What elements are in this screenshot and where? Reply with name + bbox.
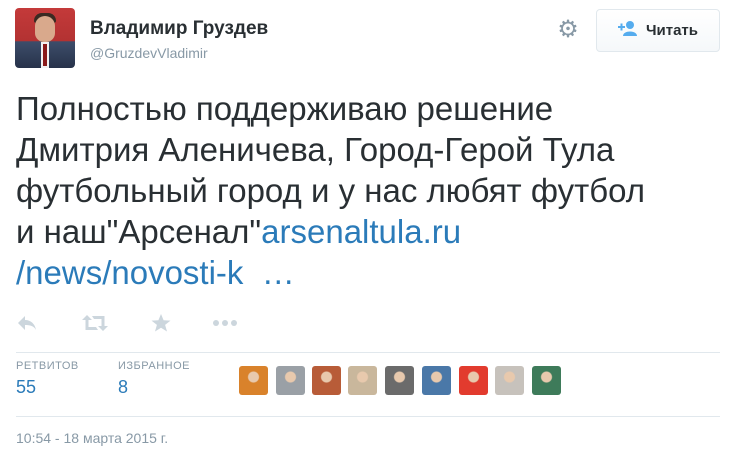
tweet-line: Дмитрия Аленичева, Город-Герой Тула bbox=[16, 131, 615, 168]
favoriter-avatar[interactable] bbox=[385, 366, 414, 395]
gear-icon[interactable]: ⚙ bbox=[554, 16, 582, 44]
tweet-text: Полностью поддерживаю решение Дмитрия Ал… bbox=[16, 88, 716, 293]
divider bbox=[16, 416, 720, 417]
user-handle[interactable]: @GruzdevVladimir bbox=[90, 45, 208, 61]
favoriter-avatar[interactable] bbox=[312, 366, 341, 395]
retweets-stat[interactable]: РЕТВИТОВ 55 bbox=[16, 360, 79, 398]
retweets-count: 55 bbox=[16, 377, 37, 397]
tweet-line: футбольный город и у нас любят футбол bbox=[16, 172, 646, 209]
retweets-label: РЕТВИТОВ bbox=[16, 360, 79, 372]
favoriter-avatar[interactable] bbox=[348, 366, 377, 395]
favorites-count: 8 bbox=[118, 377, 129, 397]
more-icon[interactable] bbox=[212, 313, 238, 339]
favoriter-avatar[interactable] bbox=[459, 366, 488, 395]
favorites-label: ИЗБРАННОЕ bbox=[118, 360, 190, 372]
tweet-actions bbox=[16, 313, 276, 341]
follow-button[interactable]: Читать bbox=[596, 9, 720, 52]
tweet-link-continued[interactable]: /news/novosti-k bbox=[16, 254, 243, 291]
follow-button-label: Читать bbox=[645, 22, 699, 39]
favoriter-avatar[interactable] bbox=[495, 366, 524, 395]
user-name[interactable]: Владимир Груздев bbox=[90, 18, 268, 40]
tweet-timestamp[interactable]: 10:54 - 18 марта 2015 г. bbox=[16, 430, 168, 446]
favoriter-avatar[interactable] bbox=[422, 366, 451, 395]
tweet-line: Полностью поддерживаю решение bbox=[16, 90, 554, 127]
tweet-text-fragment: и наш"Арсенал" bbox=[16, 213, 262, 250]
favoriter-avatar[interactable] bbox=[276, 366, 305, 395]
avatar-tie bbox=[43, 44, 47, 66]
tweet-link[interactable]: arsenaltula.ru bbox=[261, 213, 461, 250]
favoriter-avatar[interactable] bbox=[239, 366, 268, 395]
tweet-line: /news/novosti-k … bbox=[16, 252, 716, 293]
star-icon[interactable] bbox=[150, 313, 172, 339]
retweet-icon[interactable] bbox=[82, 313, 108, 339]
link-ellipsis[interactable]: … bbox=[262, 254, 295, 291]
favoriter-avatar[interactable] bbox=[532, 366, 561, 395]
favorites-stat[interactable]: ИЗБРАННОЕ 8 bbox=[118, 360, 190, 398]
avatar-head bbox=[35, 16, 55, 42]
tweet-line: и наш"Арсенал"arsenaltula.ru bbox=[16, 211, 716, 252]
avatar[interactable] bbox=[15, 8, 75, 68]
reply-icon[interactable] bbox=[16, 313, 38, 339]
add-user-icon bbox=[617, 20, 638, 41]
divider bbox=[16, 352, 720, 353]
